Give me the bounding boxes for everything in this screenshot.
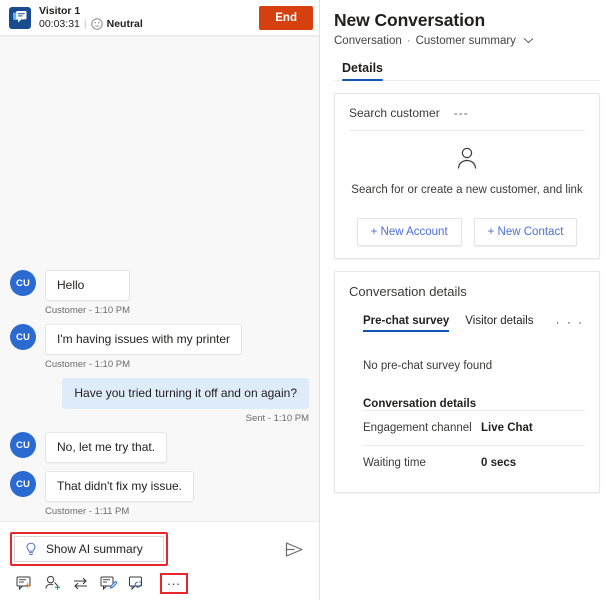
chat-bubbles-icon — [9, 6, 31, 29]
message-meta: Sent - 1:10 PM — [245, 413, 309, 424]
avatar: CU — [10, 471, 36, 497]
message-row: CU That didn't fix my issue. Customer - … — [10, 471, 309, 517]
message-content: I'm having issues with my printer Custom… — [45, 324, 243, 370]
field-row: Engagement channel Live Chat — [363, 410, 585, 445]
person-outline-icon — [457, 147, 477, 169]
message-bubble: That didn't fix my issue. — [45, 471, 195, 502]
breadcrumb-root[interactable]: Conversation — [334, 35, 402, 47]
sentiment-label: Neutral — [106, 17, 143, 30]
search-customer-row[interactable]: Search customer --- — [349, 106, 585, 131]
consult-icon[interactable] — [122, 571, 150, 595]
message-meta: Customer - 1:10 PM — [45, 359, 130, 370]
message-bubble: Hello — [45, 270, 130, 301]
message-bubble: I'm having issues with my printer — [45, 324, 243, 355]
tab-details[interactable]: Details — [342, 61, 383, 81]
chevron-down-icon[interactable] — [523, 35, 534, 47]
message-content: That didn't fix my issue. Customer - 1:1… — [45, 471, 195, 517]
more-options-button[interactable]: ... — [160, 572, 188, 594]
search-customer-value: --- — [453, 106, 469, 120]
page-title: New Conversation — [334, 10, 486, 30]
message-bubble: Have you tried turning it off and on aga… — [62, 378, 309, 409]
chat-duration: 00:03:31 — [39, 17, 80, 30]
neutral-face-icon — [90, 17, 103, 30]
field-label: Waiting time — [363, 457, 426, 469]
breadcrumb-separator: · — [406, 35, 411, 47]
ai-summary-label: Show AI summary — [46, 542, 143, 556]
conversation-details-title: Conversation details — [349, 284, 467, 299]
subtabs-overflow-button[interactable]: · · · — [555, 315, 584, 329]
lightbulb-icon — [26, 542, 36, 555]
chat-transcript[interactable]: CU Hello Customer - 1:10 PM CU I'm havin… — [0, 36, 319, 522]
avatar: CU — [10, 324, 36, 350]
chat-header-texts: Visitor 1 00:03:31 | Neutral — [39, 5, 143, 29]
transfer-icon[interactable] — [66, 571, 94, 595]
field-row: Waiting time 0 secs — [363, 445, 585, 480]
conversation-details-card: Conversation details Pre-chat survey Vis… — [334, 271, 600, 493]
subtab-visitor-details[interactable]: Visitor details — [465, 315, 533, 332]
message-meta: Customer - 1:10 PM — [45, 305, 130, 316]
customer-actions: + New Account + New Contact — [349, 218, 585, 246]
customer-empty-text: Search for or create a new customer, and… — [351, 184, 583, 196]
customer-empty-state: Search for or create a new customer, and… — [349, 131, 585, 202]
notes-icon[interactable] — [94, 571, 122, 595]
ai-summary-highlight: Show AI summary — [10, 532, 168, 566]
quick-replies-icon[interactable] — [10, 571, 38, 595]
send-arrow-icon — [285, 541, 303, 557]
breadcrumb-current[interactable]: Customer summary — [416, 35, 516, 47]
conversation-subtabs: Pre-chat survey Visitor details · · · — [349, 315, 585, 332]
avatar: CU — [10, 270, 36, 296]
message-content: Have you tried turning it off and on aga… — [62, 378, 309, 424]
send-button[interactable] — [279, 535, 309, 563]
field-label: Engagement channel — [363, 422, 472, 434]
chat-toolbar: ... — [0, 570, 319, 600]
details-pane: New Conversation Conversation · Customer… — [320, 0, 610, 600]
conversation-details-section-title: Conversation details — [363, 398, 477, 410]
message-row: CU Hello Customer - 1:10 PM — [10, 270, 309, 316]
pre-chat-survey-empty-text: No pre-chat survey found — [363, 360, 493, 372]
sentiment-indicator: Neutral — [90, 17, 143, 30]
visitor-name: Visitor 1 — [39, 5, 81, 18]
customer-card: Search customer --- Search for or create… — [334, 93, 600, 259]
field-value: 0 secs — [481, 457, 517, 469]
message-row: Have you tried turning it off and on aga… — [10, 378, 309, 424]
breadcrumb: Conversation · Customer summary — [334, 35, 600, 47]
show-ai-summary-button[interactable]: Show AI summary — [14, 536, 164, 562]
chat-header: Visitor 1 00:03:31 | Neutral End — [0, 0, 319, 36]
message-meta: Customer - 1:11 PM — [45, 506, 130, 517]
app-root: Visitor 1 00:03:31 | Neutral End CU Hell… — [0, 0, 611, 600]
details-tabs: Details — [334, 61, 600, 81]
message-content: No, let me try that. — [45, 432, 168, 463]
message-row: CU No, let me try that. — [10, 432, 309, 463]
new-account-button[interactable]: + New Account — [356, 218, 462, 246]
new-contact-button[interactable]: + New Contact — [473, 218, 578, 246]
message-bubble: No, let me try that. — [45, 432, 168, 463]
avatar: CU — [10, 432, 36, 458]
add-agent-icon[interactable] — [38, 571, 66, 595]
field-value: Live Chat — [481, 422, 533, 434]
subtab-pre-chat-survey[interactable]: Pre-chat survey — [363, 315, 450, 332]
message-content: Hello Customer - 1:10 PM — [45, 270, 130, 316]
chat-header-status: 00:03:31 | Neutral — [39, 18, 143, 30]
message-composer: Show AI summary — [0, 522, 319, 570]
header-separator: | — [83, 17, 87, 30]
end-conversation-button[interactable]: End — [259, 5, 313, 30]
search-customer-label: Search customer — [349, 106, 440, 120]
message-row: CU I'm having issues with my printer Cus… — [10, 324, 309, 370]
chat-pane: Visitor 1 00:03:31 | Neutral End CU Hell… — [0, 0, 320, 600]
